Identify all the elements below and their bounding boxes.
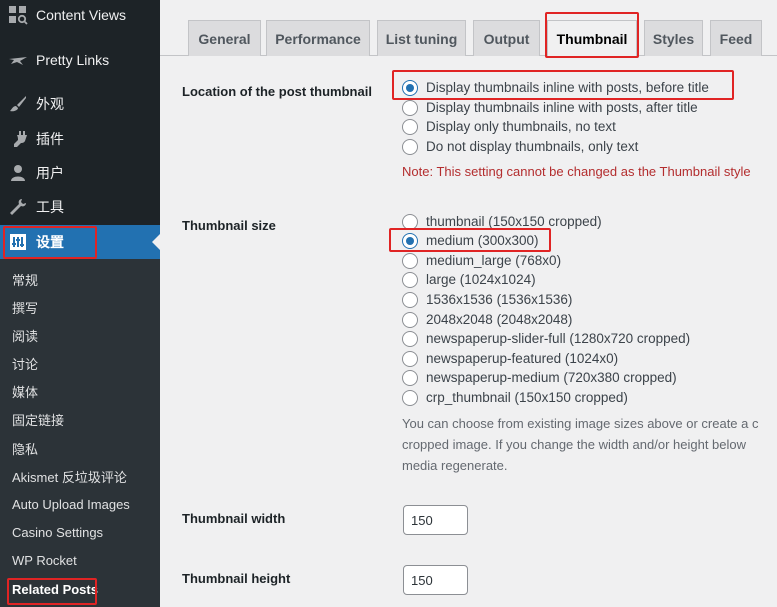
tab-general[interactable]: General	[188, 20, 261, 56]
radio-button[interactable]	[402, 291, 418, 308]
settings-submenu: 常规 撰写 阅读 讨论 媒体 固定链接 隐私 Akismet 反垃圾评论 Aut…	[0, 259, 160, 607]
location-option[interactable]: Do not display thumbnails, only text	[402, 137, 638, 156]
menu-label: Content Views	[36, 7, 127, 23]
location-option[interactable]: Display only thumbnails, no text	[402, 117, 616, 136]
menu-label: 插件	[36, 131, 64, 147]
settings-main: General Performance List tuning Output T…	[160, 0, 777, 607]
submenu-item-general[interactable]: 常规	[12, 269, 38, 289]
radio-button[interactable]	[402, 350, 418, 367]
size-label: Thumbnail size	[182, 218, 276, 233]
submenu-item-casino-settings[interactable]: Casino Settings	[12, 522, 103, 542]
menu-label: 设置	[36, 234, 64, 250]
grid-icon	[8, 5, 28, 25]
settings-icon	[8, 232, 28, 252]
radio-button[interactable]	[402, 252, 418, 269]
radio-button[interactable]	[402, 232, 418, 249]
user-icon	[8, 163, 28, 183]
size-option[interactable]: newspaperup-medium (720x380 cropped)	[402, 368, 677, 387]
radio-button[interactable]	[402, 271, 418, 288]
radio-button[interactable]	[402, 389, 418, 406]
radio-button[interactable]	[402, 311, 418, 328]
menu-label: Pretty Links	[36, 52, 110, 68]
thumbnail-width-input[interactable]	[403, 505, 468, 535]
thumbnail-height-input[interactable]	[403, 565, 468, 595]
menu-item-users[interactable]: 用户	[0, 156, 160, 190]
size-option[interactable]: medium (300x300)	[402, 231, 539, 250]
menu-label: 外观	[36, 96, 64, 112]
radio-button[interactable]	[402, 138, 418, 155]
tab-styles[interactable]: Styles	[644, 20, 703, 56]
menu-item-plugins[interactable]: 插件	[0, 122, 160, 156]
menu-item-settings[interactable]: 设置	[0, 225, 160, 259]
star-icon	[8, 50, 28, 70]
tab-performance[interactable]: Performance	[266, 20, 370, 56]
tab-feed[interactable]: Feed	[710, 20, 762, 56]
menu-label: 工具	[36, 199, 64, 215]
location-label: Location of the post thumbnail	[182, 84, 372, 99]
submenu-item-akismet[interactable]: Akismet 反垃圾评论	[12, 466, 127, 486]
size-option[interactable]: 1536x1536 (1536x1536)	[402, 290, 572, 309]
submenu-item-reading[interactable]: 阅读	[12, 325, 38, 345]
size-option[interactable]: thumbnail (150x150 cropped)	[402, 212, 602, 231]
size-option[interactable]: 2048x2048 (2048x2048)	[402, 310, 572, 329]
tab-list-tuning[interactable]: List tuning	[377, 20, 466, 56]
size-description: You can choose from existing image sizes…	[402, 416, 759, 473]
menu-label: 用户	[36, 165, 64, 181]
width-label: Thumbnail width	[182, 511, 286, 526]
size-option[interactable]: medium_large (768x0)	[402, 251, 561, 270]
submenu-item-media[interactable]: 媒体	[12, 381, 38, 401]
plugin-icon	[8, 129, 28, 149]
admin-sidebar: Content Views Pretty Links 外观 插件 用户 工具 设…	[0, 0, 160, 607]
radio-button[interactable]	[402, 99, 418, 116]
tab-thumbnail[interactable]: Thumbnail	[547, 20, 637, 57]
submenu-item-writing[interactable]: 撰写	[12, 297, 38, 317]
menu-item-pretty-links[interactable]: Pretty Links	[0, 43, 160, 77]
radio-button[interactable]	[402, 213, 418, 230]
wrench-icon	[8, 197, 28, 217]
radio-button[interactable]	[402, 118, 418, 135]
size-option[interactable]: large (1024x1024)	[402, 270, 536, 289]
submenu-item-related-posts[interactable]: Related Posts	[12, 579, 98, 599]
menu-item-content-views[interactable]: Content Views	[0, 0, 160, 32]
location-option[interactable]: Display thumbnails inline with posts, be…	[402, 78, 709, 97]
menu-item-tools[interactable]: 工具	[0, 190, 160, 224]
radio-button[interactable]	[402, 369, 418, 386]
tab-output[interactable]: Output	[473, 20, 540, 56]
radio-button[interactable]	[402, 79, 418, 96]
size-option[interactable]: newspaperup-featured (1024x0)	[402, 349, 618, 368]
height-label: Thumbnail height	[182, 571, 291, 586]
paintbrush-icon	[8, 94, 28, 114]
tab-bar: General Performance List tuning Output T…	[160, 0, 777, 57]
location-note: Note: This setting cannot be changed as …	[402, 164, 751, 179]
location-option[interactable]: Display thumbnails inline with posts, af…	[402, 98, 698, 117]
radio-button[interactable]	[402, 330, 418, 347]
menu-item-appearance[interactable]: 外观	[0, 87, 160, 121]
size-option[interactable]: newspaperup-slider-full (1280x720 croppe…	[402, 329, 690, 348]
submenu-item-permalinks[interactable]: 固定链接	[12, 409, 64, 429]
submenu-item-wp-rocket[interactable]: WP Rocket	[12, 550, 77, 570]
size-option[interactable]: crp_thumbnail (150x150 cropped)	[402, 388, 628, 407]
submenu-item-auto-upload-images[interactable]: Auto Upload Images	[12, 494, 130, 514]
submenu-item-discussion[interactable]: 讨论	[12, 353, 38, 373]
submenu-item-privacy[interactable]: 隐私	[12, 438, 38, 458]
